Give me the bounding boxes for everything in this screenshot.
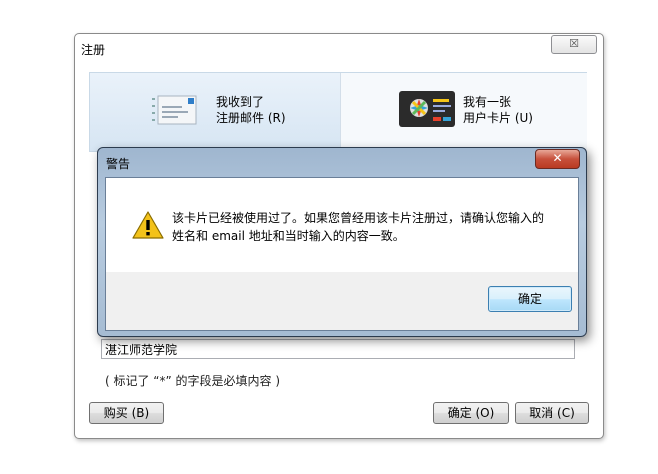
option-card-line1: 我有一张 (463, 95, 512, 109)
warning-dialog-title: 警告 (106, 157, 131, 171)
option-received-mail[interactable]: 我收到了 注册邮件 (R) (90, 73, 340, 151)
close-icon: ✕ (552, 151, 563, 165)
warning-icon (132, 211, 164, 239)
ok-button[interactable]: 确定 (O) (433, 402, 509, 424)
window-close-button[interactable]: ☒ (551, 35, 597, 54)
option-mail-line2: 注册邮件 (R) (216, 111, 286, 125)
buy-button[interactable]: 购买 (B) (89, 402, 164, 424)
option-have-card[interactable]: 我有一张 用户卡片 (U) (340, 73, 587, 151)
window-title: 注册 (81, 43, 106, 57)
registration-options: 我收到了 注册邮件 (R) 我有一张 用户卡片 (U) (89, 72, 587, 152)
card-icon (399, 91, 455, 127)
warning-message-line1: 该卡片已经被使用过了。如果您曾经用该卡片注册过，请确认您输入的 (172, 211, 545, 225)
warning-message-area: 该卡片已经被使用过了。如果您曾经用该卡片注册过，请确认您输入的 姓名和 emai… (106, 178, 578, 272)
option-card-line2: 用户卡片 (U) (463, 111, 533, 125)
option-mail-line1: 我收到了 (216, 95, 265, 109)
mail-icon (152, 95, 197, 125)
warning-dialog-body: 该卡片已经被使用过了。如果您曾经用该卡片注册过，请确认您输入的 姓名和 emai… (105, 177, 579, 331)
warning-message: 该卡片已经被使用过了。如果您曾经用该卡片注册过，请确认您输入的 姓名和 emai… (172, 209, 562, 245)
warning-close-button[interactable]: ✕ (535, 149, 580, 169)
cancel-button[interactable]: 取消 (C) (515, 402, 589, 424)
warning-dialog: 警告 ✕ 该卡片已经被使用过了。如果您曾经用该卡片注册过，请确认您输入的 姓名和… (97, 147, 587, 337)
required-fields-note: ( 标记了 “*” 的字段是必填内容 ) (105, 374, 281, 388)
warning-ok-button[interactable]: 确定 (488, 286, 572, 312)
organization-field[interactable]: 湛江师范学院 (101, 339, 575, 359)
warning-message-line2: 姓名和 email 地址和当时输入的内容一致。 (172, 229, 405, 243)
close-icon: ☒ (569, 37, 579, 50)
